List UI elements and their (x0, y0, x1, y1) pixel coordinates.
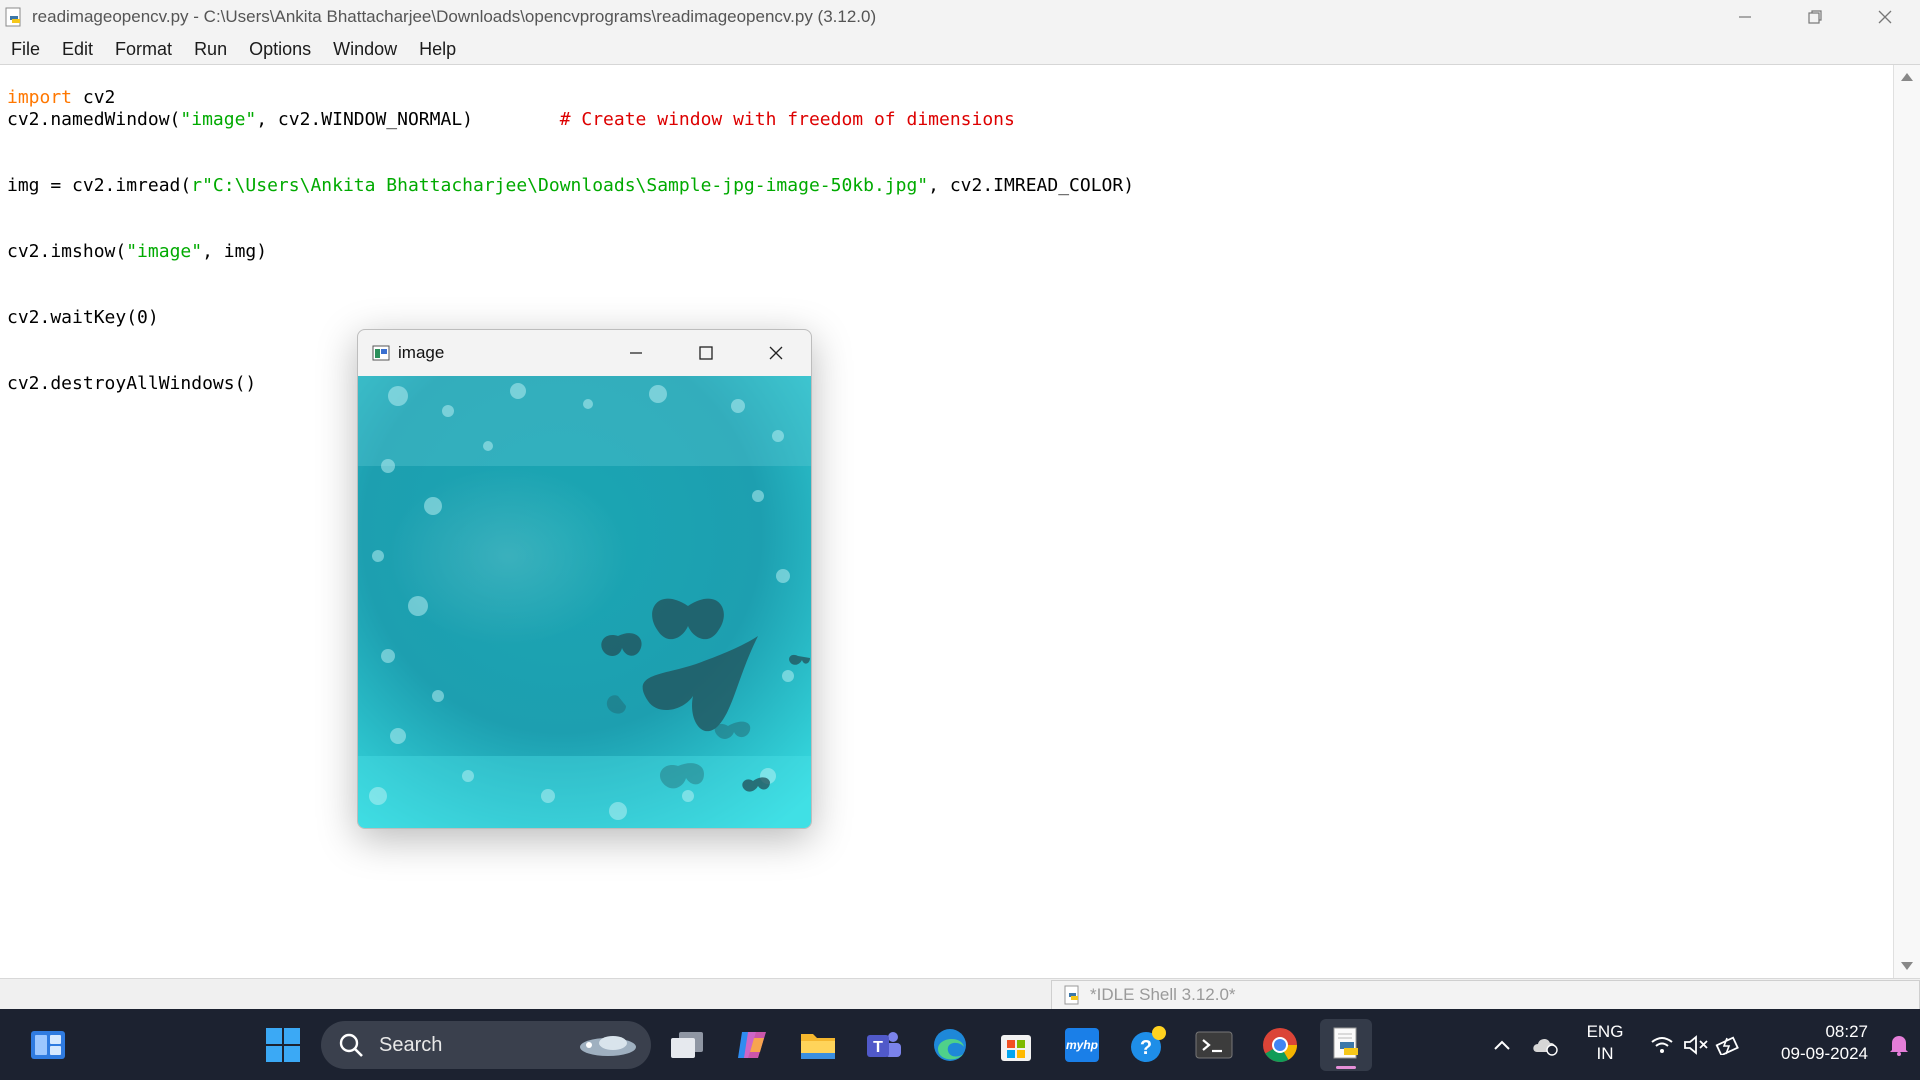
menu-run[interactable]: Run (183, 39, 238, 60)
microsoft-store-button[interactable] (990, 1019, 1042, 1071)
copilot-icon (738, 1032, 766, 1058)
minimize-button[interactable] (1710, 0, 1780, 34)
python-file-icon (1064, 985, 1079, 1005)
svg-text:T: T (873, 1039, 883, 1056)
code-keyword-import: import (7, 87, 73, 108)
terminal-button[interactable] (1188, 1019, 1240, 1071)
windows-start-icon (266, 1028, 300, 1062)
idle-python-icon (1333, 1027, 1358, 1059)
widgets-icon (31, 1031, 65, 1059)
onedrive-cloud-icon[interactable] (1530, 1034, 1560, 1056)
code-string: "image" (126, 241, 203, 262)
language-code: ENG (1586, 1022, 1624, 1041)
clock[interactable]: 08:27 09-09-2024 (1758, 1021, 1868, 1065)
close-button[interactable] (1850, 0, 1920, 34)
cv-close-button[interactable] (741, 330, 811, 376)
taskbar: Search T myhp ? ENG IN 08:27 09-09-2024 (0, 1009, 1920, 1080)
python-file-icon (5, 7, 21, 27)
menubar: File Edit Format Run Options Window Help (0, 34, 1920, 65)
restore-icon (1808, 10, 1822, 24)
code-line-8: cv2.waitKey(0) (7, 307, 159, 328)
task-view-icon (671, 1032, 703, 1058)
myhp-button[interactable]: myhp (1056, 1019, 1108, 1071)
close-icon (1878, 10, 1892, 24)
displayed-image (358, 376, 811, 828)
close-icon (769, 346, 783, 360)
scroll-down-icon[interactable] (1901, 962, 1913, 970)
maximize-icon (699, 346, 713, 360)
code-line-4b: , cv2.IMREAD_COLOR) (928, 175, 1135, 196)
svg-text:?: ? (1140, 1037, 1152, 1059)
store-icon (1001, 1035, 1031, 1061)
minimize-icon (630, 352, 642, 354)
chrome-icon (1263, 1028, 1297, 1062)
window-app-icon (372, 345, 390, 361)
task-view-button[interactable] (661, 1019, 713, 1071)
widgets-button[interactable] (22, 1019, 74, 1071)
cv-window-title: image (398, 343, 445, 362)
idle-shell-window-tab[interactable]: *IDLE Shell 3.12.0* (1051, 980, 1920, 1009)
menu-format[interactable]: Format (104, 39, 183, 60)
show-hidden-icons-chevron-up-icon[interactable] (1492, 1038, 1512, 1052)
region-code: IN (1596, 1044, 1614, 1063)
scroll-up-icon[interactable] (1901, 73, 1913, 81)
code-line-2b: , cv2.WINDOW_NORMAL) (256, 109, 473, 130)
code-line-6b: , img) (202, 241, 268, 262)
language-indicator[interactable]: ENG IN (1580, 1021, 1630, 1065)
volume-muted-icon[interactable] (1683, 1035, 1709, 1055)
minimize-icon (1739, 16, 1751, 18)
active-indicator (1336, 1066, 1356, 1069)
cv-titlebar[interactable]: image (358, 330, 811, 376)
menu-options[interactable]: Options (238, 39, 322, 60)
menu-file[interactable]: File (0, 39, 51, 60)
code-line-4a: img = cv2.imread( (7, 175, 192, 196)
copilot-button[interactable] (726, 1019, 778, 1071)
menu-window[interactable]: Window (322, 39, 408, 60)
clock-date: 09-09-2024 (1781, 1044, 1868, 1063)
code-string-path: r"C:\Users\Ankita Bhattacharjee\Download… (191, 175, 929, 196)
help-icon: ? (1131, 1026, 1166, 1062)
code-line-10: cv2.destroyAllWindows() (7, 373, 257, 394)
notification-bell-icon[interactable] (1888, 1033, 1910, 1057)
opencv-image-window[interactable]: image (357, 329, 812, 829)
search-highlight-icon (580, 1036, 636, 1056)
battery-charging-icon[interactable] (1715, 1035, 1741, 1055)
menu-edit[interactable]: Edit (51, 39, 104, 60)
code-line-2a: cv2.namedWindow( (7, 109, 181, 130)
chrome-button[interactable] (1254, 1019, 1306, 1071)
code-string: "image" (180, 109, 257, 130)
window-titlebar: readimageopencv.py - C:\Users\Ankita Bha… (0, 0, 1920, 34)
folder-icon (801, 1034, 835, 1059)
code-line-6a: cv2.imshow( (7, 241, 127, 262)
search-icon (339, 1033, 363, 1057)
taskbar-search[interactable]: Search (321, 1021, 651, 1069)
code-editor[interactable]: import cv2 cv2.namedWindow("image", cv2.… (0, 65, 1894, 978)
shell-tab-label: *IDLE Shell 3.12.0* (1090, 985, 1236, 1004)
code-line-1: cv2 (72, 87, 116, 108)
cv-maximize-button[interactable] (671, 330, 741, 376)
restore-button[interactable] (1780, 0, 1850, 34)
teams-icon: T (867, 1032, 901, 1057)
menu-help[interactable]: Help (408, 39, 467, 60)
idle-button-active[interactable] (1320, 1019, 1372, 1071)
vertical-scrollbar[interactable] (1894, 65, 1920, 978)
search-label: Search (379, 1033, 443, 1056)
file-explorer-button[interactable] (792, 1019, 844, 1071)
myhp-label: myhp (1065, 1038, 1098, 1052)
code-comment: # Create window with freedom of dimensio… (559, 109, 1015, 130)
window-title: readimageopencv.py - C:\Users\Ankita Bha… (32, 7, 877, 26)
wifi-icon[interactable] (1650, 1035, 1674, 1055)
terminal-icon (1195, 1031, 1233, 1059)
get-help-button[interactable]: ? (1122, 1019, 1174, 1071)
clock-time: 08:27 (1825, 1022, 1868, 1041)
edge-icon (934, 1029, 966, 1061)
cv-minimize-button[interactable] (601, 330, 671, 376)
teams-button[interactable]: T (858, 1019, 910, 1071)
code-gap (473, 109, 560, 130)
start-button[interactable] (257, 1019, 309, 1071)
system-tray: ENG IN 08:27 09-09-2024 (1470, 1009, 1920, 1080)
edge-button[interactable] (924, 1019, 976, 1071)
